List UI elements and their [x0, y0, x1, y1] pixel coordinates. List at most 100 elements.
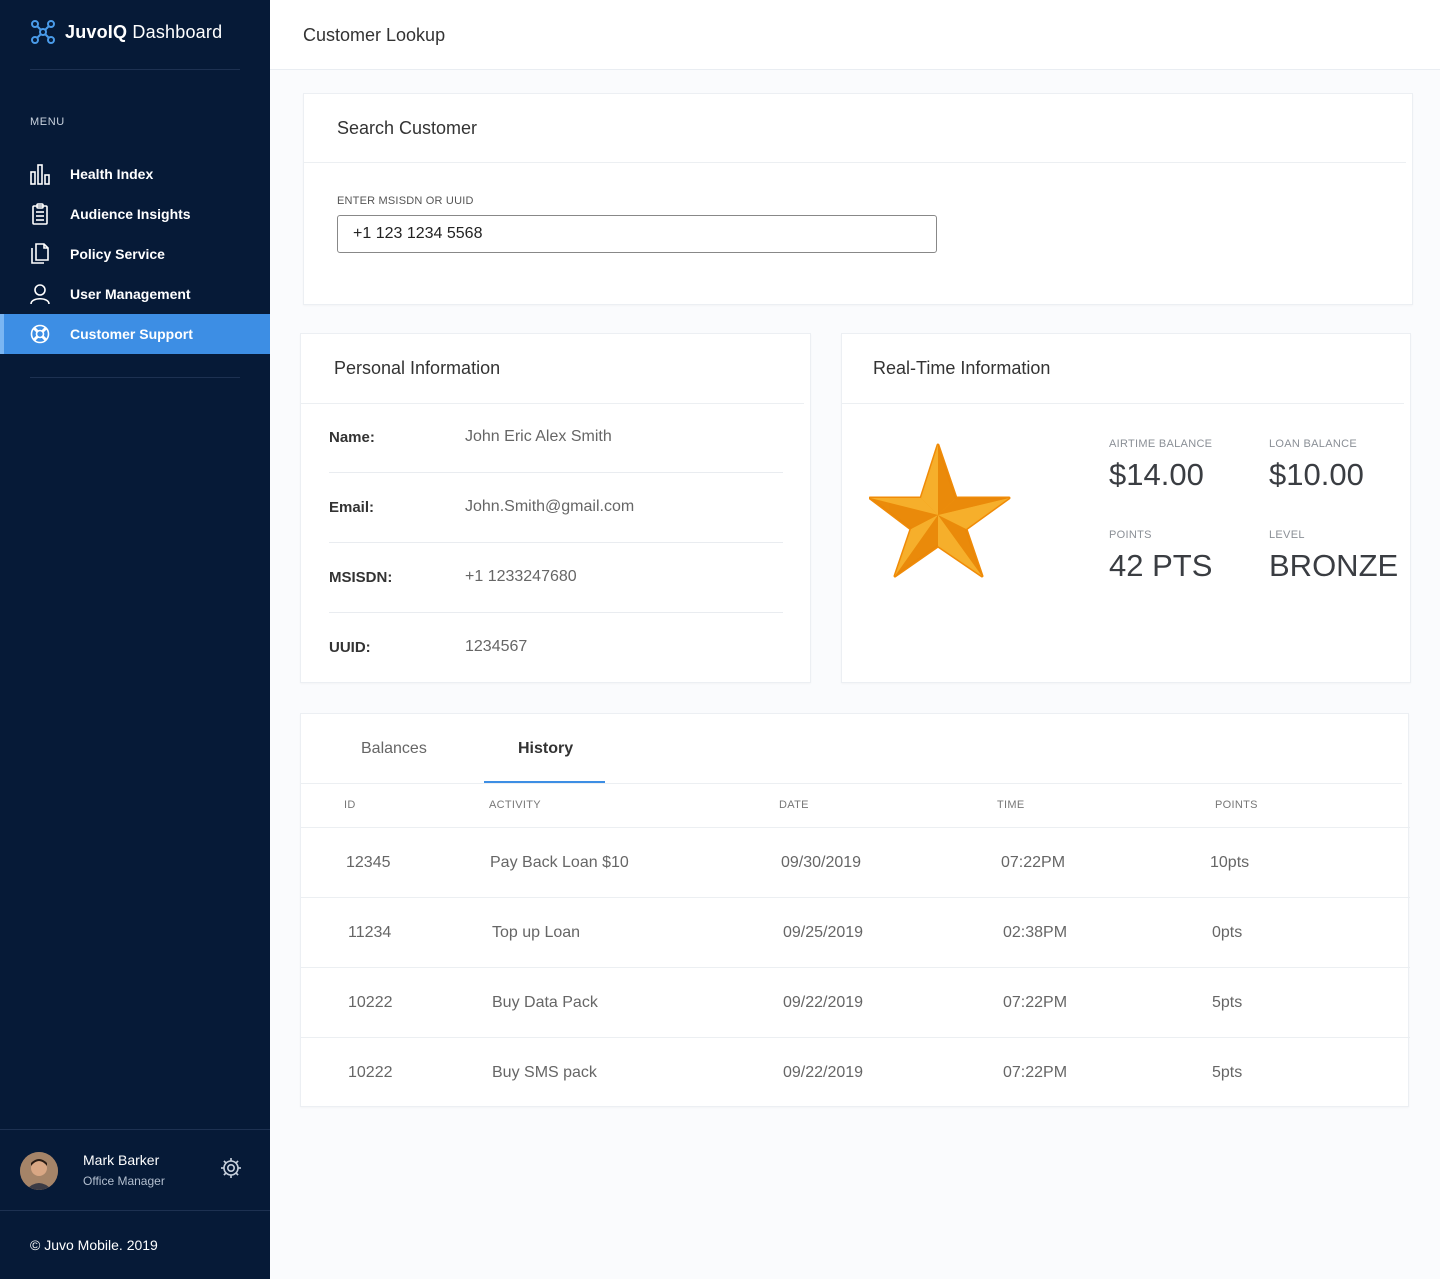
cell-id: 10222 — [348, 994, 393, 1011]
brand[interactable]: JuvoIQ Dashboard — [30, 18, 222, 46]
avatar[interactable] — [20, 1152, 58, 1190]
cell-id: 10222 — [348, 1064, 393, 1081]
sidebar-item-label: Customer Support — [70, 326, 193, 342]
info-row-name: Name: John Eric Alex Smith — [329, 428, 783, 498]
page-title: Customer Lookup — [303, 25, 446, 45]
info-key: UUID: — [329, 639, 371, 656]
row-divider — [329, 542, 783, 543]
realtime-information-card: Real-Time Information AIRTIME BALANCE $1… — [841, 333, 1411, 683]
sidebar-divider — [30, 69, 240, 70]
airtime-balance-label: AIRTIME BALANCE — [1109, 438, 1213, 450]
card-title: Search Customer — [337, 118, 478, 138]
table-row[interactable]: 11234 Top up Loan 09/25/2019 02:38PM 0pt… — [301, 897, 1410, 967]
sidebar: JuvoIQ Dashboard MENU Health Index Audie… — [0, 0, 270, 1279]
brand-bold: JuvoIQ — [65, 21, 128, 42]
column-header-points: POINTS — [1215, 799, 1258, 811]
cell-id: 11234 — [348, 924, 392, 941]
cell-activity: Pay Back Loan $10 — [490, 854, 629, 871]
network-logo-icon — [31, 20, 55, 44]
bar-chart-icon — [30, 163, 50, 185]
column-header-id: ID — [344, 799, 356, 811]
tab-balances[interactable]: Balances — [361, 740, 427, 758]
sidebar-item-user-management[interactable]: User Management — [0, 274, 270, 314]
card-title: Personal Information — [334, 358, 501, 378]
cell-activity: Buy SMS pack — [492, 1064, 597, 1081]
info-key: Name: — [329, 429, 375, 446]
sidebar-item-label: User Management — [70, 286, 191, 302]
card-divider — [842, 403, 1404, 404]
card-divider — [301, 403, 804, 404]
loan-balance-value: $10.00 — [1269, 457, 1364, 492]
info-value: John Eric Alex Smith — [465, 428, 612, 445]
cell-points: 5pts — [1212, 994, 1243, 1011]
header: Customer Lookup — [270, 0, 1440, 70]
cell-time: 02:38PM — [1003, 924, 1068, 941]
loan-balance-label: LOAN BALANCE — [1269, 438, 1357, 450]
personal-information-card: Personal Information Name: John Eric Ale… — [300, 333, 811, 683]
cell-points: 0pts — [1212, 924, 1243, 941]
info-row-uuid: UUID: 1234567 — [329, 638, 783, 708]
info-row-msisdn: MSISDN: +1 1233247680 — [329, 568, 783, 638]
lifebuoy-icon — [30, 323, 50, 345]
tab-history[interactable]: History — [518, 740, 573, 758]
table-row[interactable]: 12345 Pay Back Loan $10 09/30/2019 07:22… — [301, 827, 1410, 897]
gear-icon[interactable] — [219, 1156, 243, 1180]
menu-label: MENU — [30, 116, 65, 128]
sidebar-divider — [30, 377, 240, 378]
cell-date: 09/30/2019 — [781, 854, 862, 871]
sidebar-item-health-index[interactable]: Health Index — [0, 154, 270, 194]
cell-date: 09/25/2019 — [783, 924, 864, 941]
info-value: 1234567 — [465, 638, 528, 655]
user-icon — [30, 283, 50, 305]
card-title: Real-Time Information — [873, 358, 1051, 378]
cell-time: 07:22PM — [1003, 994, 1068, 1011]
info-key: Email: — [329, 499, 375, 516]
airtime-balance-value: $14.00 — [1109, 457, 1204, 492]
sidebar-nav: Health Index Audience Insights Policy Se… — [0, 154, 270, 354]
info-row-email: Email: John.Smith@gmail.com — [329, 498, 783, 568]
documents-icon — [30, 243, 50, 265]
history-card: Balances History ID ACTIVITY DATE TIME P… — [300, 713, 1410, 1107]
cell-points: 5pts — [1212, 1064, 1243, 1081]
cell-points: 10pts — [1210, 854, 1250, 871]
sidebar-item-label: Policy Service — [70, 246, 165, 262]
info-key: MSISDN: — [329, 569, 393, 586]
cell-time: 07:22PM — [1003, 1064, 1068, 1081]
points-label: POINTS — [1109, 529, 1152, 541]
cell-time: 07:22PM — [1001, 854, 1066, 871]
cell-activity: Top up Loan — [492, 924, 581, 941]
sidebar-item-audience-insights[interactable]: Audience Insights — [0, 194, 270, 234]
brand-name: JuvoIQ Dashboard — [65, 22, 222, 43]
column-header-date: DATE — [779, 799, 809, 811]
search-field-label: ENTER MSISDN OR UUID — [337, 195, 474, 207]
info-value: John.Smith@gmail.com — [465, 498, 635, 515]
sidebar-item-label: Audience Insights — [70, 206, 191, 222]
sidebar-item-customer-support[interactable]: Customer Support — [0, 314, 270, 354]
cell-activity: Buy Data Pack — [492, 994, 598, 1011]
star-icon — [869, 443, 1011, 578]
points-value: 42 PTS — [1109, 548, 1213, 583]
user-profile: Mark Barker Office Manager — [0, 1129, 270, 1211]
clipboard-icon — [30, 203, 50, 225]
table-row[interactable]: 10222 Buy Data Pack 09/22/2019 07:22PM 5… — [301, 967, 1410, 1037]
copyright: © Juvo Mobile. 2019 — [30, 1237, 158, 1253]
search-input[interactable] — [337, 215, 937, 253]
sidebar-item-policy-service[interactable]: Policy Service — [0, 234, 270, 274]
info-value: +1 1233247680 — [465, 568, 577, 585]
tabs-divider — [301, 783, 1402, 784]
level-value: BRONZE — [1269, 548, 1399, 583]
search-customer-card: Search Customer ENTER MSISDN OR UUID — [303, 93, 1413, 305]
sidebar-item-label: Health Index — [70, 166, 154, 182]
column-header-time: TIME — [997, 799, 1025, 811]
brand-rest: Dashboard — [132, 21, 223, 42]
cell-id: 12345 — [346, 854, 391, 871]
level-label: LEVEL — [1269, 529, 1305, 541]
cell-date: 09/22/2019 — [783, 1064, 864, 1081]
user-role: Office Manager — [83, 1174, 165, 1188]
row-divider — [329, 472, 783, 473]
column-header-activity: ACTIVITY — [489, 799, 541, 811]
card-divider — [304, 162, 1406, 163]
table-row[interactable]: 10222 Buy SMS pack 09/22/2019 07:22PM 5p… — [301, 1037, 1410, 1107]
cell-date: 09/22/2019 — [783, 994, 864, 1011]
row-divider — [329, 612, 783, 613]
